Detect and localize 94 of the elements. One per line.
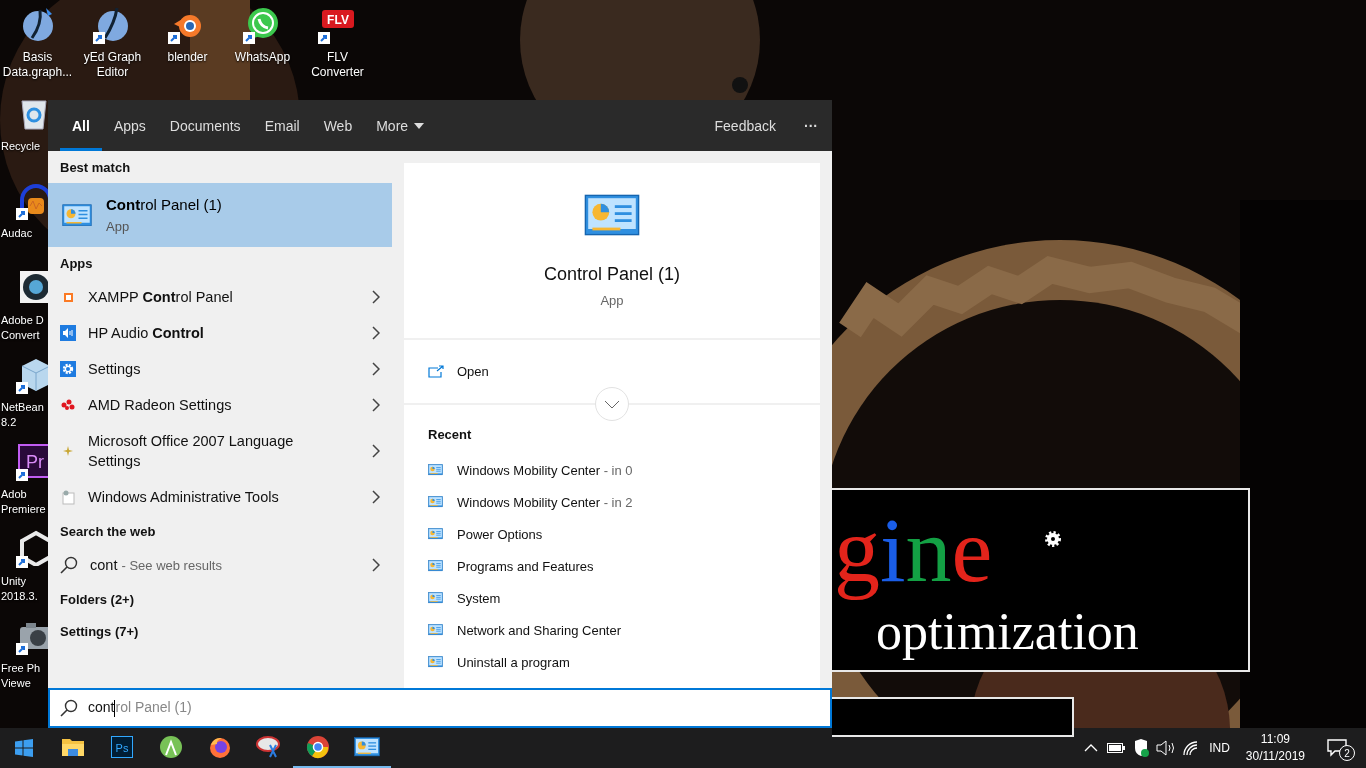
document-icon <box>60 489 76 505</box>
icon-label: Adob Premiere <box>1 487 46 517</box>
fox-globe-icon <box>207 735 232 759</box>
result-title: AMD Radeon Settings <box>88 396 233 415</box>
result-item[interactable]: XAMPP Control Panel <box>48 279 392 315</box>
language-indicator[interactable]: IND <box>1203 741 1236 755</box>
scissors-icon <box>255 735 282 759</box>
tab[interactable]: More <box>364 100 437 151</box>
control-panel-icon <box>353 737 380 757</box>
section-heading: Best match <box>59 158 132 177</box>
control-panel-icon <box>428 464 443 476</box>
recent-item[interactable]: Uninstall a program <box>404 646 820 678</box>
control-panel-icon <box>428 528 443 540</box>
section-heading: Search the web <box>59 522 157 541</box>
open-icon <box>428 365 444 378</box>
recent-item[interactable]: Power Options <box>404 518 820 550</box>
compass-icon <box>158 735 183 759</box>
preview-type: App <box>600 293 624 308</box>
result-title: XAMPP Control Panel <box>88 288 234 307</box>
result-title: Settings <box>88 360 142 379</box>
icon-label: blender <box>166 50 209 65</box>
search-icon <box>60 556 78 574</box>
tab[interactable]: Documents <box>157 100 253 151</box>
result-title: Control Panel (1) <box>106 196 222 213</box>
result-title: Microsoft Office 2007 Language Settings <box>88 432 295 471</box>
control-panel-icon <box>428 624 443 636</box>
result-title: HP Audio Control <box>88 324 205 343</box>
tab[interactable]: Email <box>252 100 312 151</box>
folder-icon <box>60 736 85 758</box>
icon-label: Basis Data.graph... <box>1 50 74 80</box>
feedback-button[interactable]: Feedback <box>700 100 790 151</box>
clock[interactable]: 11:09 30/11/2019 <box>1235 731 1315 765</box>
dots-icon <box>60 397 76 413</box>
icon-label: Adobe D Convert <box>1 313 44 343</box>
tab[interactable]: Web <box>311 100 365 151</box>
recent-item[interactable]: Windows Mobility Center - in 0 <box>404 454 820 486</box>
result-item[interactable]: Control Panel (1) App <box>48 183 392 247</box>
tab[interactable]: Apps <box>101 100 158 151</box>
result-hint: - See web results <box>121 557 222 573</box>
chevron-right-icon <box>372 490 380 504</box>
logo-wordmark: gine <box>834 498 993 603</box>
result-item[interactable]: AMD Radeon Settings <box>48 387 392 423</box>
chevron-right-icon <box>372 362 380 376</box>
tab[interactable]: All <box>60 100 102 151</box>
recent-item[interactable]: Programs and Features <box>404 550 820 582</box>
section-heading: Folders (2+) <box>59 590 136 609</box>
result-title: Windows Administrative Tools <box>88 488 280 507</box>
chevron-right-icon <box>372 290 380 304</box>
search-field[interactable]: control Panel (1) <box>48 688 832 728</box>
chevron-right-icon <box>372 398 380 412</box>
app-tile-icon: Ps <box>110 736 133 758</box>
icon-label: Unity 2018.3. <box>1 574 38 604</box>
control-panel-icon <box>62 203 92 227</box>
control-panel-icon <box>428 560 443 572</box>
logo-tagline: optimization <box>876 604 1140 660</box>
control-panel-icon <box>584 194 640 236</box>
chevron-right-icon <box>372 326 380 340</box>
recent-item[interactable]: System <box>404 582 820 614</box>
chrome-icon <box>305 735 330 759</box>
gear-icon <box>1044 530 1062 548</box>
search-query: cont <box>90 556 118 573</box>
result-item[interactable]: HP Audio Control <box>48 315 392 351</box>
result-item[interactable]: Settings <box>48 351 392 387</box>
icon-label: yEd Graph Editor <box>82 50 143 80</box>
notifications-button[interactable]: 2 <box>1315 728 1359 768</box>
result-type: App <box>106 219 131 234</box>
control-panel-icon <box>428 496 443 508</box>
taskbar-app[interactable]: Ps <box>97 728 146 768</box>
notification-count: 2 <box>1339 745 1355 761</box>
control-panel-icon <box>428 656 443 668</box>
more-options-button[interactable]: ··· <box>790 100 832 151</box>
preview-title: Control Panel (1) <box>543 264 681 285</box>
chevron-down-icon <box>604 399 620 409</box>
icon-label: FLV Converter <box>310 50 365 80</box>
speaker-icon <box>60 325 76 341</box>
section-heading: Recent <box>427 426 473 444</box>
recent-item[interactable]: Windows Mobility Center - in 2 <box>404 486 820 518</box>
chevron-right-icon <box>372 558 380 572</box>
settings-icon <box>60 361 76 377</box>
control-panel-icon <box>428 592 443 604</box>
icon-label: Audac <box>1 226 33 241</box>
section-heading: Settings (7+) <box>59 622 140 641</box>
open-action[interactable]: Open <box>404 340 820 403</box>
icon-label: Free Ph Viewe <box>1 661 41 691</box>
icon-label: NetBean 8.2 <box>1 400 44 430</box>
recent-item[interactable]: Network and Sharing Center <box>404 614 820 646</box>
chevron-right-icon <box>372 444 380 458</box>
search-icon <box>60 699 78 717</box>
section-heading: Apps <box>59 254 94 273</box>
result-item[interactable]: cont - See web results <box>48 547 392 583</box>
windows-logo-icon <box>15 739 33 757</box>
result-item[interactable]: Windows Administrative Tools <box>48 479 392 515</box>
icon-label: Recycle <box>1 139 41 154</box>
icon-label: WhatsApp <box>233 50 292 65</box>
